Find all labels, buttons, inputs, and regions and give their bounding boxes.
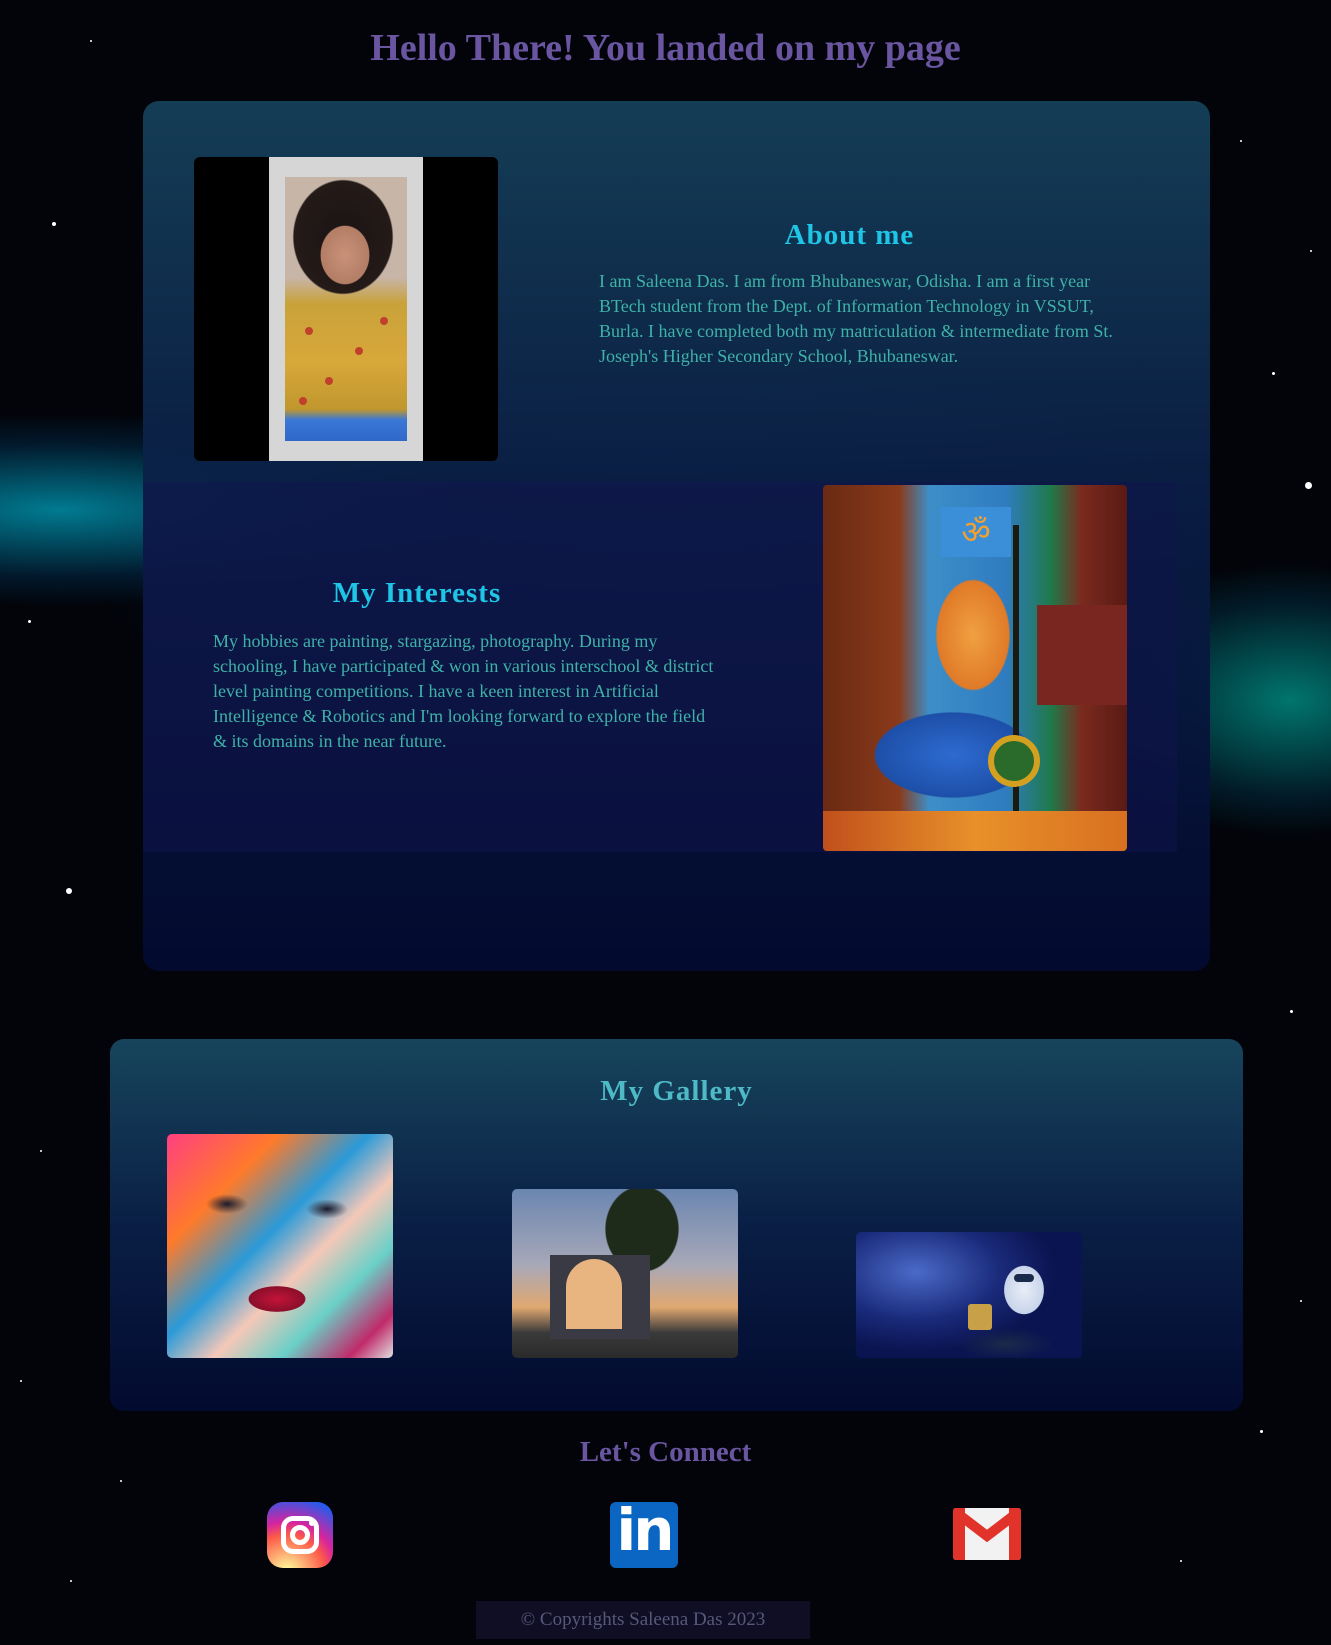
ganesha-painting: ॐ	[823, 485, 1127, 851]
gallery-section: My Gallery	[110, 1039, 1243, 1411]
about-text: I am Saleena Das. I am from Bhubaneswar,…	[599, 271, 1113, 366]
interests-text: My hobbies are painting, stargazing, pho…	[213, 631, 714, 751]
interests-heading: My Interests	[332, 577, 502, 609]
about-section: About me I am Saleena Das. I am from Bhu…	[143, 101, 1210, 971]
gallery-heading: My Gallery	[600, 1075, 753, 1107]
footer: © Copyrights Saleena Das 2023	[476, 1601, 810, 1639]
gmail-icon[interactable]	[953, 1508, 1021, 1560]
gallery-image-gateway-arch	[512, 1189, 738, 1358]
linkedin-icon[interactable]: in	[610, 1496, 678, 1568]
profile-photo	[194, 157, 498, 461]
instagram-icon[interactable]	[267, 1502, 333, 1568]
copyright-text: © Copyrights Saleena Das 2023	[520, 1609, 766, 1630]
connect-heading: Let's Connect	[579, 1436, 752, 1468]
about-heading: About me	[784, 219, 915, 251]
page-title: Hello There! You landed on my page	[370, 27, 961, 69]
gallery-image-robot	[856, 1232, 1082, 1358]
gallery-image-face-painting	[167, 1134, 393, 1358]
